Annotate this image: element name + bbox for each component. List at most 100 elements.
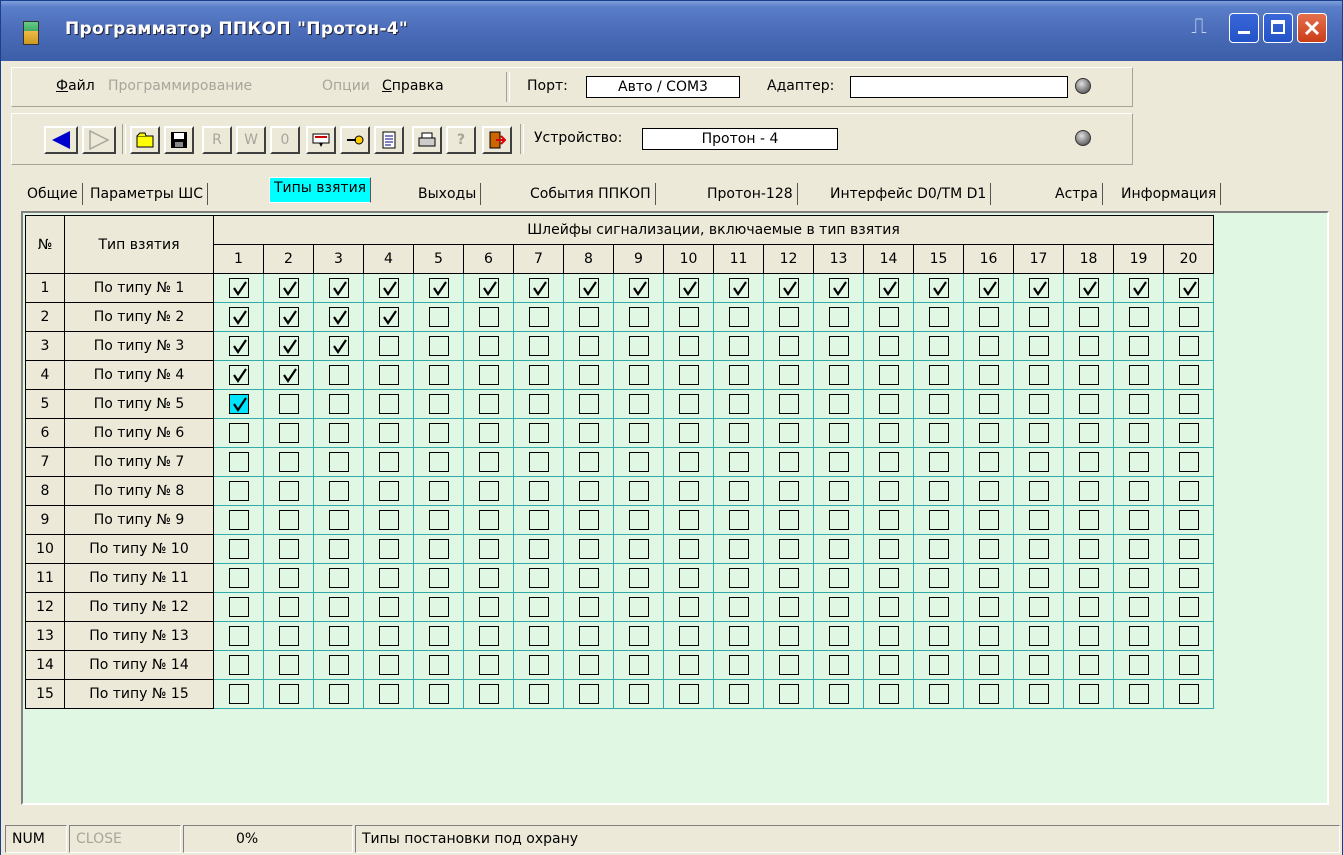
loop-checkbox[interactable] xyxy=(628,510,649,530)
loop-checkbox[interactable] xyxy=(378,655,399,675)
loop-checkbox[interactable] xyxy=(1078,481,1099,501)
loop-checkbox[interactable] xyxy=(678,597,699,617)
loop-cell[interactable] xyxy=(763,389,814,419)
loop-cell[interactable] xyxy=(863,592,914,622)
loop-checkbox[interactable] xyxy=(978,539,999,559)
loop-cell[interactable] xyxy=(763,331,814,361)
loop-cell[interactable] xyxy=(213,331,264,361)
loop-cell[interactable] xyxy=(1013,650,1064,680)
loop-checkbox[interactable] xyxy=(1078,307,1099,327)
loop-cell[interactable] xyxy=(1013,534,1064,564)
loop-checkbox[interactable] xyxy=(428,278,449,298)
loop-cell[interactable] xyxy=(1113,476,1164,506)
loop-checkbox[interactable] xyxy=(828,655,849,675)
loop-cell[interactable] xyxy=(763,679,814,709)
loop-cell[interactable] xyxy=(963,389,1014,419)
loop-cell[interactable] xyxy=(413,302,464,332)
loop-cell[interactable] xyxy=(913,302,964,332)
loop-checkbox[interactable] xyxy=(1128,626,1149,646)
loop-checkbox[interactable] xyxy=(978,394,999,414)
loop-cell[interactable] xyxy=(963,563,1014,593)
loop-checkbox[interactable] xyxy=(528,568,549,588)
loop-cell[interactable] xyxy=(313,592,364,622)
loop-cell[interactable] xyxy=(263,592,314,622)
loop-cell[interactable] xyxy=(913,447,964,477)
minimize-button[interactable] xyxy=(1229,13,1259,43)
loop-checkbox[interactable] xyxy=(1178,597,1199,617)
loop-cell[interactable] xyxy=(1013,331,1064,361)
loop-cell[interactable] xyxy=(1013,679,1064,709)
loop-cell[interactable] xyxy=(863,534,914,564)
loop-cell[interactable] xyxy=(413,534,464,564)
loop-cell[interactable] xyxy=(263,447,314,477)
loop-checkbox[interactable] xyxy=(278,539,299,559)
loop-checkbox[interactable] xyxy=(1028,655,1049,675)
loop-checkbox[interactable] xyxy=(728,539,749,559)
loop-cell[interactable] xyxy=(1113,592,1164,622)
loop-checkbox[interactable] xyxy=(678,365,699,385)
loop-checkbox[interactable] xyxy=(378,684,399,704)
loop-checkbox[interactable] xyxy=(978,568,999,588)
loop-checkbox[interactable] xyxy=(978,655,999,675)
loop-cell[interactable] xyxy=(463,621,514,651)
loop-cell[interactable] xyxy=(413,505,464,535)
loop-checkbox[interactable] xyxy=(628,626,649,646)
loop-cell[interactable] xyxy=(1113,650,1164,680)
loop-checkbox[interactable] xyxy=(278,626,299,646)
loop-checkbox[interactable] xyxy=(628,568,649,588)
loop-checkbox[interactable] xyxy=(728,365,749,385)
maximize-button[interactable] xyxy=(1263,13,1293,43)
loop-cell[interactable] xyxy=(663,302,714,332)
loop-cell[interactable] xyxy=(663,650,714,680)
loop-checkbox[interactable] xyxy=(478,365,499,385)
loop-cell[interactable] xyxy=(413,360,464,390)
tab-outputs[interactable]: Выходы xyxy=(414,183,482,205)
loop-cell[interactable] xyxy=(663,505,714,535)
loop-checkbox[interactable] xyxy=(778,655,799,675)
loop-checkbox[interactable] xyxy=(1028,307,1049,327)
loop-checkbox[interactable] xyxy=(1178,655,1199,675)
loop-cell[interactable] xyxy=(513,592,564,622)
loop-checkbox[interactable] xyxy=(1178,452,1199,472)
loop-cell[interactable] xyxy=(363,476,414,506)
loop-checkbox[interactable] xyxy=(228,539,249,559)
loop-cell[interactable] xyxy=(213,302,264,332)
loop-cell[interactable] xyxy=(1163,505,1214,535)
loop-checkbox[interactable] xyxy=(228,452,249,472)
loop-cell[interactable] xyxy=(1063,360,1114,390)
loop-checkbox[interactable] xyxy=(528,539,549,559)
loop-checkbox[interactable] xyxy=(428,626,449,646)
keyboard-button[interactable] xyxy=(306,126,336,154)
loop-checkbox[interactable] xyxy=(578,394,599,414)
loop-checkbox[interactable] xyxy=(778,336,799,356)
loop-checkbox[interactable] xyxy=(478,684,499,704)
loop-cell[interactable] xyxy=(213,534,264,564)
loop-checkbox[interactable] xyxy=(1078,684,1099,704)
loop-cell[interactable] xyxy=(613,592,664,622)
loop-cell[interactable] xyxy=(363,563,414,593)
menu-programming[interactable]: Программирование xyxy=(108,78,252,94)
loop-cell[interactable] xyxy=(763,418,814,448)
loop-checkbox[interactable] xyxy=(878,365,899,385)
loop-cell[interactable] xyxy=(913,505,964,535)
loop-cell[interactable] xyxy=(413,447,464,477)
loop-cell[interactable] xyxy=(663,418,714,448)
loop-cell[interactable] xyxy=(913,273,964,303)
loop-checkbox[interactable] xyxy=(878,655,899,675)
loop-checkbox[interactable] xyxy=(828,336,849,356)
loop-cell[interactable] xyxy=(463,505,514,535)
loop-cell[interactable] xyxy=(213,505,264,535)
loop-cell[interactable] xyxy=(563,418,614,448)
loop-checkbox[interactable] xyxy=(378,307,399,327)
loop-checkbox[interactable] xyxy=(1128,684,1149,704)
loop-cell[interactable] xyxy=(463,534,514,564)
loop-cell[interactable] xyxy=(213,621,264,651)
loop-checkbox[interactable] xyxy=(678,307,699,327)
loop-cell[interactable] xyxy=(263,650,314,680)
loop-checkbox[interactable] xyxy=(678,394,699,414)
loop-cell[interactable] xyxy=(813,273,864,303)
loop-checkbox[interactable] xyxy=(228,684,249,704)
loop-checkbox[interactable] xyxy=(378,336,399,356)
loop-checkbox[interactable] xyxy=(878,423,899,443)
loop-cell[interactable] xyxy=(213,273,264,303)
